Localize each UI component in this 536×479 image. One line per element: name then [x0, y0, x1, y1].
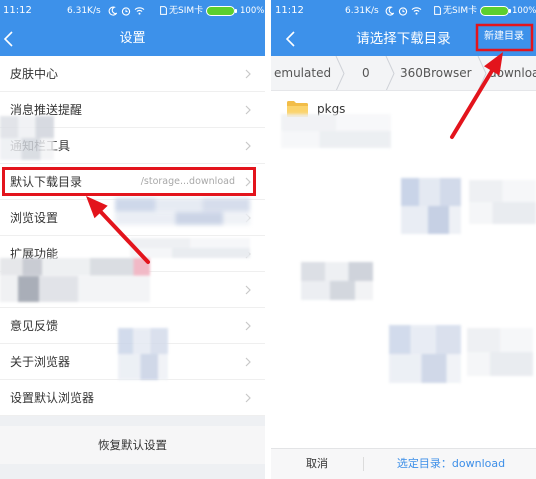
- network-speed: 6.31K/s: [67, 6, 101, 16]
- battery-icon: [480, 6, 511, 16]
- back-arrow-icon: [285, 31, 295, 47]
- alarm-clock-icon: [398, 7, 408, 16]
- settings-item-label: 皮肤中心: [10, 67, 59, 81]
- blur-mosaic: [389, 325, 461, 383]
- settings-item-default-download-dir[interactable]: 默认下载目录 /storage...download: [0, 164, 265, 200]
- picker-footer: 取消 选定目录：download: [271, 448, 536, 479]
- status-bar: 11:12 6.31K/s 无SIM卡 100%: [0, 0, 265, 22]
- breadcrumb-item[interactable]: emulated: [274, 56, 331, 90]
- app-header: 请选择下载目录 新建目录: [271, 22, 536, 56]
- settings-item-label: 意见反馈: [10, 319, 59, 333]
- select-directory-button[interactable]: 选定目录：download: [371, 449, 531, 479]
- alarm-clock-icon: [121, 7, 131, 16]
- settings-item-set-default-browser[interactable]: 设置默认浏览器: [0, 380, 265, 416]
- breadcrumb-separator-icon: [477, 56, 487, 90]
- breadcrumb-item[interactable]: 360Browser: [400, 56, 472, 90]
- settings-item-label: 设置默认浏览器: [10, 391, 95, 405]
- chevron-right-icon: [245, 69, 251, 79]
- status-time: 11:12: [275, 5, 304, 16]
- settings-item-label: 关于浏览器: [10, 355, 71, 369]
- blur-mosaic: [469, 180, 536, 224]
- blur-mosaic: [118, 328, 168, 380]
- battery-icon: [206, 6, 237, 16]
- blur-mosaic: [115, 198, 250, 225]
- settings-item-label: 默认下载目录: [10, 175, 83, 189]
- blur-mosaic: [281, 114, 391, 148]
- settings-item-skin-center[interactable]: 皮肤中心: [0, 56, 265, 92]
- sim-status: 无SIM卡: [443, 6, 478, 16]
- wifi-icon: [134, 7, 145, 15]
- reset-defaults-button[interactable]: 恢复默认设置: [0, 426, 265, 464]
- download-dir-value: /storage...download: [140, 176, 235, 187]
- breadcrumb-separator-icon: [335, 56, 345, 90]
- chevron-right-icon: [245, 105, 251, 115]
- status-bar: 11:12 6.31K/s 无SIM卡 100%: [271, 0, 536, 22]
- network-speed: 6.31K/s: [345, 6, 379, 16]
- breadcrumb-item[interactable]: download: [489, 56, 536, 90]
- chevron-right-icon: [245, 357, 251, 367]
- blur-mosaic: [467, 328, 533, 376]
- moon-icon: [385, 6, 394, 16]
- moon-icon: [108, 6, 117, 16]
- chevron-right-icon: [245, 141, 251, 151]
- breadcrumb: emulated 0 360Browser download: [271, 56, 536, 91]
- chevron-right-icon: [245, 321, 251, 331]
- blur-mosaic: [0, 258, 150, 302]
- wifi-icon: [411, 7, 422, 15]
- chevron-right-icon: [245, 285, 251, 295]
- sim-status: 无SIM卡: [169, 6, 204, 16]
- sim-card-icon: [434, 6, 441, 15]
- breadcrumb-item[interactable]: 0: [362, 56, 370, 90]
- chevron-right-icon: [245, 393, 251, 403]
- blur-mosaic: [0, 116, 54, 160]
- battery-level: 100%: [240, 6, 265, 16]
- sim-card-icon: [160, 6, 167, 15]
- back-button[interactable]: [3, 31, 18, 49]
- page-title: 设置: [119, 31, 146, 46]
- chevron-right-icon: [245, 177, 251, 187]
- blur-mosaic: [301, 262, 373, 300]
- blur-mosaic: [401, 178, 461, 234]
- back-button[interactable]: [285, 31, 300, 49]
- new-folder-button[interactable]: 新建目录: [483, 28, 525, 46]
- status-time: 11:12: [3, 5, 32, 16]
- app-header: 设置: [0, 22, 265, 56]
- battery-level: 100%: [512, 6, 536, 16]
- breadcrumb-separator-icon: [385, 56, 395, 90]
- blur-mosaic: [130, 238, 250, 258]
- settings-screen: 11:12 6.31K/s 无SIM卡 100% 设置 皮肤中心 消息推送提醒 …: [0, 0, 265, 479]
- settings-item-label: 浏览设置: [10, 211, 59, 225]
- back-arrow-icon: [3, 31, 13, 47]
- footer-divider: [363, 457, 364, 471]
- directory-picker-screen: 11:12 6.31K/s 无SIM卡 100% 请选择下载目录 新建目录 em…: [271, 0, 536, 479]
- cancel-button[interactable]: 取消: [295, 449, 339, 479]
